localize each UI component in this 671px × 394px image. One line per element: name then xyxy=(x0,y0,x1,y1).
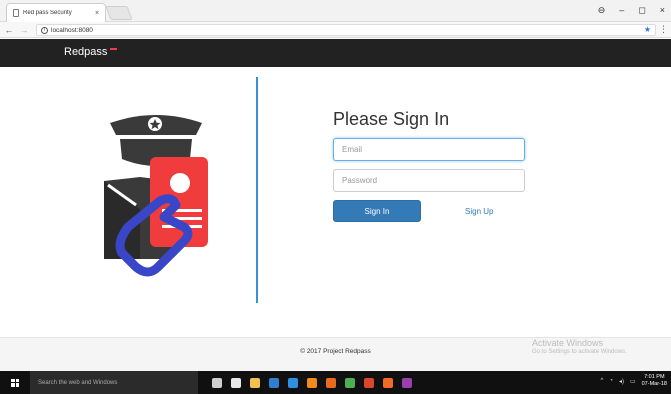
browser-tab[interactable]: Red pass Security × xyxy=(6,3,106,22)
minimize-button[interactable]: – xyxy=(619,5,624,15)
back-button[interactable]: ← xyxy=(3,25,15,35)
form-actions: Sign In Sign Up xyxy=(333,200,525,222)
browser-toolbar: ← → C i localhost:8080 ★ ⋮ xyxy=(0,22,671,38)
vlc-icon[interactable] xyxy=(307,377,317,388)
office-icon[interactable] xyxy=(364,377,374,388)
page-title: Please Sign In xyxy=(333,109,450,129)
browser-tab-strip: Red pass Security × ⊖ – ◻ × xyxy=(0,0,671,22)
edge-icon[interactable] xyxy=(288,377,298,388)
maximize-button[interactable]: ◻ xyxy=(638,5,645,16)
activate-subtitle: Go to Settings to activate Windows. xyxy=(532,349,627,355)
signin-button[interactable]: Sign In xyxy=(333,200,421,222)
clock-time: 7:01 PM xyxy=(644,374,665,380)
activate-windows-watermark: Activate Windows Go to Settings to activ… xyxy=(532,338,627,355)
tab-title: Red pass Security xyxy=(23,10,72,16)
email-field[interactable] xyxy=(333,138,525,161)
security-officer-logo xyxy=(104,115,208,277)
signup-link[interactable]: Sign Up xyxy=(465,207,493,216)
tray-chevron-icon[interactable]: ^ xyxy=(600,378,603,384)
taskbar-apps xyxy=(212,377,412,388)
address-text: localhost:8080 xyxy=(51,26,93,34)
bookmark-star-icon[interactable]: ★ xyxy=(644,25,651,34)
task-view-icon[interactable] xyxy=(212,377,222,388)
forward-button[interactable]: → xyxy=(18,25,30,35)
clock[interactable]: 7:01 PM 07-Mar-18 xyxy=(642,374,667,388)
close-button[interactable]: × xyxy=(660,5,665,15)
page-icon xyxy=(13,9,19,17)
address-bar[interactable]: i localhost:8080 ★ xyxy=(36,24,656,36)
start-button[interactable] xyxy=(0,371,30,394)
onenote-icon[interactable] xyxy=(402,377,412,388)
password-field[interactable] xyxy=(333,169,525,192)
vertical-divider xyxy=(256,77,258,303)
store-icon[interactable] xyxy=(231,377,241,388)
chrome-icon[interactable] xyxy=(345,377,355,388)
brand-link[interactable]: Redpass xyxy=(64,46,118,58)
taskbar-search[interactable]: Search the web and Windows xyxy=(30,371,198,394)
windows-logo-icon xyxy=(11,378,19,387)
windows-taskbar: Search the web and Windows ^ ◔ ◂) ▭ 7:01… xyxy=(0,371,671,394)
clock-date: 07-Mar-18 xyxy=(641,381,667,387)
signin-form: Please Sign In Sign In Sign Up xyxy=(333,109,525,222)
brand-mark xyxy=(110,48,118,50)
new-tab-button[interactable] xyxy=(105,6,133,20)
app-orange-icon[interactable] xyxy=(383,377,393,388)
info-icon[interactable]: i xyxy=(41,26,48,34)
activate-title: Activate Windows xyxy=(532,338,604,348)
page-footer: © 2017 Project Redpass Activate Windows … xyxy=(0,337,671,371)
browser-menu-icon[interactable]: ⋮ xyxy=(659,24,668,35)
tab-close-icon[interactable]: × xyxy=(92,10,102,17)
window-controls: ⊖ – ◻ × xyxy=(598,3,665,17)
outlook-icon[interactable] xyxy=(269,377,279,388)
file-explorer-icon[interactable] xyxy=(250,377,260,388)
brand-name: Redpass xyxy=(64,46,108,58)
notification-icon[interactable]: ▭ xyxy=(630,378,636,385)
network-icon[interactable]: ◔ xyxy=(609,378,613,384)
account-icon[interactable]: ⊖ xyxy=(598,5,606,16)
main-content: Please Sign In Sign In Sign Up xyxy=(0,67,671,337)
app-navbar: Redpass xyxy=(0,39,671,67)
firefox-icon[interactable] xyxy=(326,377,336,388)
system-tray: ^ ◔ ◂) ▭ 7:01 PM 07-Mar-18 xyxy=(600,374,667,388)
volume-icon[interactable]: ◂) xyxy=(619,378,624,385)
